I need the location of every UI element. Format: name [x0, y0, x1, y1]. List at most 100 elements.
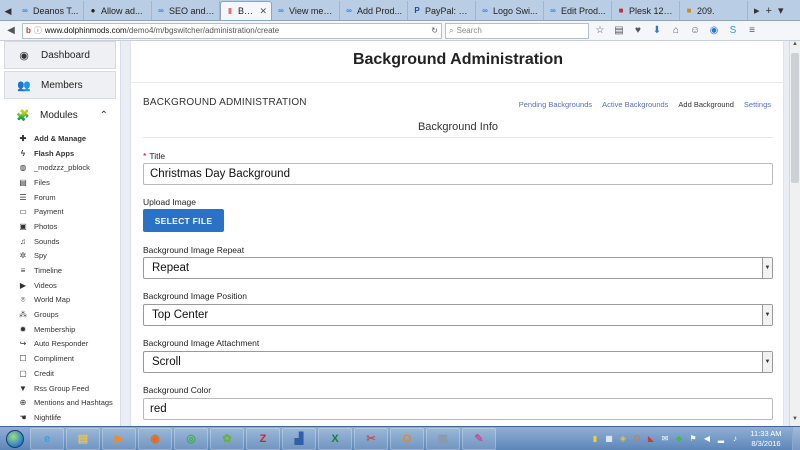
subnav-link[interactable]: Settings — [744, 100, 771, 109]
snipping-tool-icon[interactable]: ✂ — [354, 427, 388, 450]
browser-tab[interactable]: ∞ View mes... — [272, 1, 340, 20]
tray-mail-icon[interactable]: ✉ — [660, 434, 670, 444]
tab-scroll-right-icon[interactable]: ▸ — [754, 4, 760, 17]
sidebar-module-item[interactable]: ▢ Credit — [0, 366, 120, 381]
tray-volume-icon[interactable]: ◀ — [702, 434, 712, 444]
internet-explorer-icon[interactable]: e — [30, 427, 64, 450]
outlook-icon[interactable]: O — [390, 427, 424, 450]
attachment-select[interactable]: Scroll ▼ — [143, 351, 773, 373]
browser-tab[interactable]: ∞ Logo Swi... — [476, 1, 544, 20]
sidebar-module-item[interactable]: ✲ Spy — [0, 249, 120, 264]
subnav-link[interactable]: Pending Backgrounds — [519, 100, 592, 109]
sidebar-module-item[interactable]: ⊕ Mentions and Hashtags — [0, 395, 120, 410]
tray-flag-icon[interactable]: ⚑ — [688, 434, 698, 444]
browser-tab[interactable]: ∞ Add Prod... — [340, 1, 408, 20]
background-color-input[interactable]: red — [143, 398, 773, 420]
scroll-down-icon[interactable]: ▼ — [790, 416, 800, 426]
chevron-down-icon[interactable]: ▼ — [762, 305, 772, 325]
sidebar-module-item[interactable]: ▼ Rss Group Feed — [0, 381, 120, 396]
subnav-link[interactable]: Add Background — [678, 100, 733, 109]
sidebar-module-item[interactable]: ϟ Flash Apps — [0, 146, 120, 161]
sidebar-module-item[interactable]: ◍ _modzzz_pblock — [0, 160, 120, 175]
tab-scroll-left-icon[interactable]: ◀ — [0, 2, 16, 20]
excel-icon[interactable]: X — [318, 427, 352, 450]
paint-icon[interactable]: ✎ — [462, 427, 496, 450]
media-player-icon[interactable]: ▶ — [102, 427, 136, 450]
tray-network-icon[interactable]: ▦ — [604, 434, 614, 444]
scroll-up-icon[interactable]: ▲ — [790, 41, 800, 51]
firefox-icon[interactable]: ◉ — [138, 427, 172, 450]
browser-tab[interactable]: ■ 209. — [680, 1, 748, 20]
sidebar-module-item[interactable]: ✚ Add & Manage — [0, 131, 120, 146]
sidebar-module-item[interactable]: ▭ Payment — [0, 204, 120, 219]
chrome-icon[interactable]: ◎ — [174, 427, 208, 450]
chevron-down-icon[interactable]: ▼ — [762, 258, 772, 278]
tab-label: 209. — [697, 5, 715, 16]
sidebar-module-item[interactable]: ♫ Sounds — [0, 234, 120, 249]
filezilla-icon[interactable]: Z — [246, 427, 280, 450]
browser-tab[interactable]: ● Allow ad... — [84, 1, 152, 20]
chevron-up-icon[interactable]: ⌃ — [100, 110, 108, 121]
info-icon[interactable]: ⓘ — [34, 25, 42, 36]
sidebar-item-members[interactable]: 👥 Members — [4, 71, 116, 99]
addon-icon[interactable]: ◉ — [706, 23, 722, 39]
sidebar-module-item[interactable]: ⌾ World Map — [0, 293, 120, 308]
pocket-icon[interactable]: ♥ — [630, 23, 646, 39]
new-tab-button[interactable]: + — [766, 5, 772, 17]
sidebar-module-item[interactable]: ▣ Photos — [0, 219, 120, 234]
chevron-down-icon[interactable]: ▼ — [762, 352, 772, 372]
browser-tab[interactable]: ∞ SEO and ... — [152, 1, 220, 20]
skype-icon[interactable]: S — [725, 23, 741, 39]
bookmark-star-icon[interactable]: ☆ — [592, 23, 608, 39]
sidebar-module-item[interactable]: ≡ Timeline — [0, 263, 120, 278]
sidebar-module-item[interactable]: ▶ Videos — [0, 278, 120, 293]
reading-list-icon[interactable]: ▤ — [611, 23, 627, 39]
subnav-link[interactable]: Active Backgrounds — [602, 100, 668, 109]
browser-tab[interactable]: ■ Plesk 12.0... — [612, 1, 680, 20]
sidebar-module-item[interactable]: ⁂ Groups — [0, 307, 120, 322]
file-explorer-icon[interactable]: ▤ — [66, 427, 100, 450]
title-input[interactable]: Christmas Day Background — [143, 163, 773, 185]
tray-shield-icon[interactable]: ▮ — [590, 434, 600, 444]
sidebar-item-dashboard[interactable]: ◉ Dashboard — [4, 41, 116, 69]
site-identity-icon[interactable]: b — [26, 26, 31, 35]
page-scrollbar[interactable]: ▲ ▼ — [789, 41, 800, 426]
start-button[interactable] — [0, 427, 30, 450]
tray-app-icon[interactable]: ◈ — [618, 434, 628, 444]
back-button[interactable]: ◀ — [3, 23, 19, 39]
sidebar-module-item[interactable]: ☚ Nightlife — [0, 410, 120, 425]
position-select[interactable]: Top Center ▼ — [143, 304, 773, 326]
sidebar-module-item[interactable]: ↪ Auto Responder — [0, 337, 120, 352]
reload-icon[interactable]: ↻ — [431, 26, 438, 35]
browser-tab[interactable]: ∞ Deanos T... — [16, 1, 84, 20]
menu-icon[interactable]: ≡ — [744, 23, 760, 39]
sidebar-item-modules[interactable]: 🧩 Modules ⌃ — [4, 101, 116, 129]
tray-signal-icon[interactable]: ▂ — [716, 434, 726, 444]
home-icon[interactable]: ⌂ — [668, 23, 684, 39]
calculator-icon[interactable]: ▦ — [426, 427, 460, 450]
show-desktop-button[interactable] — [792, 426, 800, 450]
tray-sound-icon[interactable]: ♪ — [730, 434, 740, 444]
browser-tab[interactable]: ∞ Edit Prod... — [544, 1, 612, 20]
tab-list-icon[interactable]: ▾ — [778, 4, 784, 17]
sidebar-module-item[interactable]: ✹ Membership — [0, 322, 120, 337]
tab-close-icon[interactable]: ✕ — [259, 6, 267, 17]
frog-app-icon[interactable]: ✿ — [210, 427, 244, 450]
remote-desktop-icon[interactable]: ▟ — [282, 427, 316, 450]
sidebar-module-item[interactable]: ▤ Files — [0, 175, 120, 190]
repeat-select[interactable]: Repeat ▼ — [143, 257, 773, 279]
tray-green-icon[interactable]: ◆ — [674, 434, 684, 444]
browser-tab[interactable]: P PayPal: S... — [408, 1, 476, 20]
chat-icon[interactable]: ☺ — [687, 23, 703, 39]
browser-tab[interactable]: ‖ Backgr...✕ — [220, 1, 272, 20]
address-bar[interactable]: b ⓘ www.dolphinmods.com/demo4/m/bgswitch… — [22, 22, 442, 39]
tray-acrobat-icon[interactable]: ◣ — [646, 434, 656, 444]
select-file-button[interactable]: SELECT FILE — [143, 209, 224, 232]
system-clock[interactable]: 11:33 AM 8/3/2016 — [744, 429, 788, 449]
sidebar-module-item[interactable]: ☰ Forum — [0, 190, 120, 205]
sidebar-module-item[interactable]: ☐ Compliment — [0, 351, 120, 366]
scrollbar-thumb[interactable] — [791, 53, 799, 183]
search-input[interactable]: ⌕ Search — [445, 22, 589, 39]
downloads-icon[interactable]: ⬇ — [649, 23, 665, 39]
tray-office-icon[interactable]: O — [632, 434, 642, 444]
